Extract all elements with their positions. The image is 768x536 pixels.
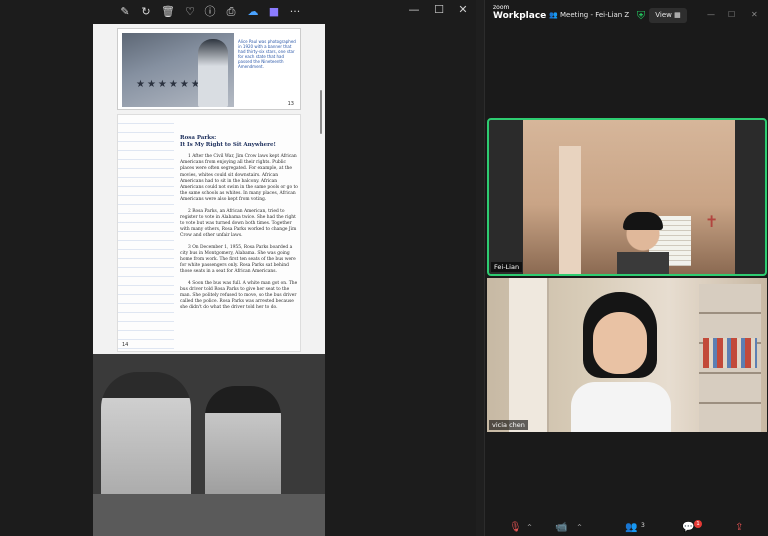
more-icon[interactable]: ··· xyxy=(287,4,303,20)
zoom-logo: zoom Workplace xyxy=(493,4,546,22)
viewer-toolbar: ✎ ↻ 🗑 ♡ ⓘ ⎙ ☁ ■ ··· — ☐ ✕ xyxy=(0,0,476,24)
participant-video xyxy=(593,312,647,374)
desktop: ✎ ↻ 🗑 ♡ ⓘ ⎙ ☁ ■ ··· — ☐ ✕ ★★★★★★ Alice P… xyxy=(0,0,768,536)
article-paragraph: 3 On December 1, 1955, Rosa Parks boarde… xyxy=(180,244,296,275)
rosa-parks-photo xyxy=(93,354,325,536)
participant-hair xyxy=(623,212,663,230)
mic-muted-icon[interactable]: 🎙 xyxy=(509,522,522,534)
zoom-logo-line1: zoom xyxy=(493,4,510,11)
participant-name-tag: Fei-Lian xyxy=(491,262,523,272)
shield-icon[interactable]: ⛨ xyxy=(635,9,647,22)
viewer-scrollbar[interactable] xyxy=(320,90,322,134)
video-books xyxy=(703,338,757,368)
viewer-maximize-button[interactable]: ☐ xyxy=(429,2,449,18)
video-door xyxy=(559,146,581,274)
participants-icon: 👥 xyxy=(549,11,558,19)
meeting-title: 👥 Meeting - Fei-Lian Z xyxy=(549,11,629,19)
participant-name-tag: vicia chen xyxy=(489,420,528,430)
video-off-icon[interactable]: 📹 xyxy=(555,522,567,534)
meeting-controls-bar: 🎙 ^ 📹 ^ 👥 3 💬 1 ⇪ xyxy=(485,520,768,536)
video-feed xyxy=(487,278,767,432)
article-title-line1: Rosa Parks: xyxy=(180,135,217,141)
chat-icon[interactable]: 💬 xyxy=(682,522,694,534)
onedrive-icon[interactable]: ☁ xyxy=(245,4,261,20)
photo-caption: Alice Paul was photographed in 1920 with… xyxy=(238,39,296,69)
zoom-minimize-button[interactable]: — xyxy=(707,10,715,19)
viewer-close-button[interactable]: ✕ xyxy=(453,2,473,18)
video-doorframe xyxy=(509,278,549,432)
meeting-title-text: Meeting - Fei-Lian Z xyxy=(560,11,630,19)
alice-paul-photo: ★★★★★★ Alice Paul was photographed in 19… xyxy=(117,28,301,110)
favorite-icon[interactable]: ♡ xyxy=(182,4,198,20)
article-page: Rosa Parks: It Is My Right to Sit Anywhe… xyxy=(117,114,301,352)
page-number: 13 xyxy=(287,101,294,107)
zoom-logo-line2: Workplace xyxy=(493,11,547,21)
info-icon[interactable]: ⓘ xyxy=(202,4,218,20)
zoom-close-button[interactable]: ✕ xyxy=(751,10,758,19)
notes-margin xyxy=(118,115,174,351)
rotate-icon[interactable]: ↻ xyxy=(138,4,154,20)
video-tile[interactable]: vicia chen xyxy=(487,278,767,432)
delete-icon[interactable]: 🗑 xyxy=(160,4,176,20)
edit-icon[interactable]: ✎ xyxy=(117,4,133,20)
view-button-label: View xyxy=(655,11,672,19)
page-number: 14 xyxy=(122,342,129,348)
print-icon[interactable]: ⎙ xyxy=(223,4,239,20)
article: Rosa Parks: It Is My Right to Sit Anywhe… xyxy=(180,135,298,312)
photo-viewer-window: ✎ ↻ 🗑 ♡ ⓘ ⎙ ☁ ■ ··· — ☐ ✕ ★★★★★★ Alice P… xyxy=(0,0,476,536)
article-paragraph: 2 Rosa Parks, an African American, tried… xyxy=(180,208,297,239)
zoom-window: zoom Workplace 👥 Meeting - Fei-Lian Z ⛨ V… xyxy=(484,0,768,536)
photo-person xyxy=(198,39,228,107)
participants-count: 3 xyxy=(641,522,645,529)
participants-button-icon[interactable]: 👥 xyxy=(625,522,637,534)
article-title-line2: It Is My Right to Sit Anywhere! xyxy=(180,142,276,148)
chat-badge: 1 xyxy=(694,520,702,528)
video-options-chevron-icon[interactable]: ^ xyxy=(577,524,582,531)
article-paragraph: 4 Soon the bus was full. A white man got… xyxy=(180,280,298,311)
grid-icon: ▦ xyxy=(674,11,681,19)
mic-options-chevron-icon[interactable]: ^ xyxy=(527,524,532,531)
flag-stars: ★★★★★★ xyxy=(136,79,202,90)
video-cross: ✝ xyxy=(705,212,719,231)
share-screen-icon[interactable]: ⇪ xyxy=(735,522,743,534)
zoom-title-bar: zoom Workplace 👥 Meeting - Fei-Lian Z ⛨ V… xyxy=(485,0,768,30)
flag-photo: ★★★★★★ xyxy=(122,33,234,107)
photo-desk xyxy=(93,494,325,536)
article-paragraph: 1 After the Civil War, Jim Crow laws kep… xyxy=(180,154,298,203)
view-button[interactable]: View ▦ xyxy=(649,8,687,23)
video-feed: ✝ xyxy=(523,120,735,274)
document-image: ★★★★★★ Alice Paul was photographed in 19… xyxy=(93,24,325,536)
zoom-maximize-button[interactable]: ☐ xyxy=(728,10,735,19)
participant-shirt xyxy=(571,382,671,432)
clipchamp-icon[interactable]: ■ xyxy=(266,4,282,20)
video-tile-active-speaker[interactable]: ✝ Fei-Lian xyxy=(487,118,767,276)
viewer-minimize-button[interactable]: — xyxy=(404,2,424,18)
